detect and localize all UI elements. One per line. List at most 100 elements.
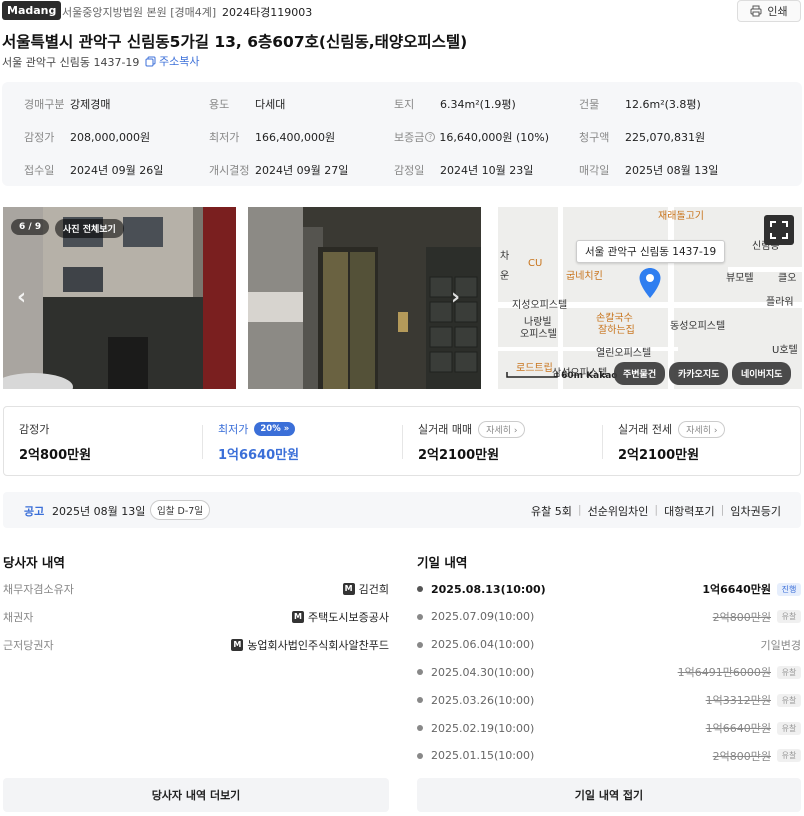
notice-bar: 공고 2025년 08월 13일 입찰 D-7일 유찰 5회 | 선순위임차인 | … <box>3 492 801 528</box>
copy-icon <box>145 56 156 66</box>
property-photo-2[interactable]: › <box>248 207 481 389</box>
appraisal-price: 감정가 2억800만원 <box>19 421 91 463</box>
min-label: 최저가 <box>218 423 249 436</box>
schedule-price: 기일변경 <box>760 638 801 652</box>
separator: | <box>654 503 659 516</box>
notice-tag: 대항력포기 <box>664 505 715 518</box>
summary-item: 토지 6.34m²(1.9평) <box>394 96 579 112</box>
map-label: 굽네치킨 <box>566 271 603 282</box>
lease-detail-button[interactable]: 자세히 › <box>678 420 726 438</box>
help-icon[interactable]: ? <box>425 132 436 142</box>
prev-photo-icon[interactable]: ‹ <box>17 285 26 310</box>
notice-tags: 유찰 5회 | 선순위임차인 | 대항력포기 | 임차권등기 <box>531 503 781 519</box>
schedule-price: 2억800만원 <box>712 610 771 624</box>
real-sale-price: 실거래 매매 자세히 › 2억2100만원 <box>418 420 526 463</box>
min-percent: 20% <box>260 424 281 434</box>
map-address-popup: 서울 관악구 신림동 1437-19 <box>576 240 726 263</box>
property-photo-1[interactable]: 6 / 9 사진 전체보기 ‹ <box>3 207 236 389</box>
schedule-price: 1억3312만원 <box>705 694 771 708</box>
lease-label: 실거래 전세 <box>618 423 673 436</box>
appraisal-value: 2억800만원 <box>19 448 92 463</box>
parties-title: 당사자 내역 <box>3 555 65 570</box>
separator: | <box>577 503 582 516</box>
map-label: 동성오피스텔 <box>670 321 726 332</box>
map-label: U호텔 <box>772 345 798 356</box>
m-badge-icon: M <box>292 611 305 623</box>
summary-key: 토지 <box>394 98 415 111</box>
party-role: 채무자겸소유자 <box>3 583 74 596</box>
price-summary: 감정가 2억800만원 최저가 20% » 1억6640만원 실거래 매매 자세… <box>3 406 801 476</box>
parties-more-button[interactable]: 당사자 내역 더보기 <box>3 778 389 812</box>
sale-detail-button[interactable]: 자세히 › <box>478 420 526 438</box>
print-label: 인쇄 <box>767 5 788 18</box>
summary-key: 감정일 <box>394 164 425 177</box>
summary-item: 매각일 2025년 08월 13일 <box>579 162 779 178</box>
detail-label: 자세히 <box>686 425 711 436</box>
party-role: 근저당권자 <box>3 639 54 652</box>
min-percent-badge: 20% » <box>254 422 296 436</box>
map-provider: Kakao <box>586 371 618 381</box>
schedule-date: 2025.01.15(10:00) <box>431 749 535 763</box>
kakao-map-button[interactable]: 카카오지도 <box>669 362 729 385</box>
summary-value: 16,640,000원 (10%) <box>439 131 550 144</box>
summary-value: 166,400,000원 <box>255 131 336 144</box>
summary-panel: 경매구분 강제경매 용도 다세대 토지 6.34m²(1.9평) 건물 12.6m²(3.8평… <box>2 82 802 186</box>
schedule-date: 2025.08.13(10:00) <box>431 582 546 596</box>
notice-tag: 유찰 5회 <box>531 505 572 518</box>
schedule-fold-button[interactable]: 기일 내역 접기 <box>417 778 801 812</box>
divider <box>402 425 403 459</box>
schedule-row: 2025.04.30(10:00) 1억6491만6000원 유찰 <box>417 658 801 686</box>
print-button[interactable]: 인쇄 <box>737 0 801 22</box>
view-all-photos-button[interactable]: 사진 전체보기 <box>55 219 124 238</box>
next-photo-icon[interactable]: › <box>451 285 460 310</box>
summary-value: 12.6m²(3.8평) <box>625 98 701 111</box>
map-scale-value: 60m <box>561 371 584 381</box>
minimum-price: 최저가 20% » 1억6640만원 <box>218 421 299 463</box>
bullet-icon <box>417 586 423 592</box>
party-row: 채무자겸소유자 M 김건희 <box>3 575 389 603</box>
summary-value: 208,000,000원 <box>70 131 151 144</box>
schedule-status-badge: 유찰 <box>777 693 801 707</box>
map-label: 지성오피스텔 <box>512 300 568 311</box>
summary-key: 보증금 <box>394 131 425 144</box>
summary-key: 경매구분 <box>24 98 65 111</box>
summary-item: 감정일 2024년 10월 23일 <box>394 162 579 178</box>
map-label: 차 <box>500 251 510 262</box>
nearby-items-button[interactable]: 주변물건 <box>614 362 666 385</box>
schedule-title: 기일 내역 <box>417 555 468 570</box>
schedule-date: 2025.03.26(10:00) <box>431 693 535 707</box>
summary-value: 2024년 10월 23일 <box>440 164 534 177</box>
schedule-date: 2025.02.19(10:00) <box>431 721 535 735</box>
summary-item: 청구액 225,070,831원 <box>579 129 779 145</box>
party-role: 채권자 <box>3 611 34 624</box>
summary-item: 건물 12.6m²(3.8평) <box>579 96 779 112</box>
real-lease-price: 실거래 전세 자세히 › 2억2100만원 <box>618 420 726 463</box>
bullet-icon <box>417 613 423 620</box>
summary-item: 최저가 166,400,000원 <box>209 129 394 145</box>
jibun-address: 서울 관악구 신림동 1437-19 <box>2 56 140 69</box>
summary-value: 6.34m²(1.9평) <box>440 98 516 111</box>
copy-address-label: 주소복사 <box>159 55 200 68</box>
schedule-status-badge: 유찰 <box>777 665 801 679</box>
schedule-status-badge: 유찰 <box>777 610 801 624</box>
appraisal-label: 감정가 <box>19 423 50 436</box>
schedule-price: 1억6640만원 <box>705 722 771 735</box>
bid-dday-badge: 입찰 D-7일 <box>150 500 211 520</box>
map-label: 오피스텔 <box>520 329 557 340</box>
summary-key: 매각일 <box>579 164 610 177</box>
party-name: 농업회사법인주식회사알찬푸드 <box>247 639 389 652</box>
bullet-icon <box>417 641 423 648</box>
naver-map-button[interactable]: 네이버지도 <box>732 362 792 385</box>
party-name: 김건희 <box>358 583 389 596</box>
summary-value: 2025년 08월 13일 <box>625 164 719 177</box>
map-label: 클오 <box>778 273 797 284</box>
map-label: 열린오피스텔 <box>596 348 652 359</box>
copy-address-button[interactable]: 주소복사 <box>145 53 199 69</box>
summary-item: 개시결정 2024년 09월 27일 <box>209 162 394 178</box>
summary-value: 다세대 <box>255 98 286 111</box>
divider <box>202 425 203 459</box>
expand-map-button[interactable] <box>764 215 794 245</box>
chevron-right-icon: › <box>713 425 718 436</box>
location-map[interactable]: 재래돌고기 차 운 CU 굽네치킨 지성오피스텔 나랑빌 오피스텔 손칼국수 잘… <box>498 207 802 389</box>
map-scale: 60m Kakao <box>506 371 617 381</box>
